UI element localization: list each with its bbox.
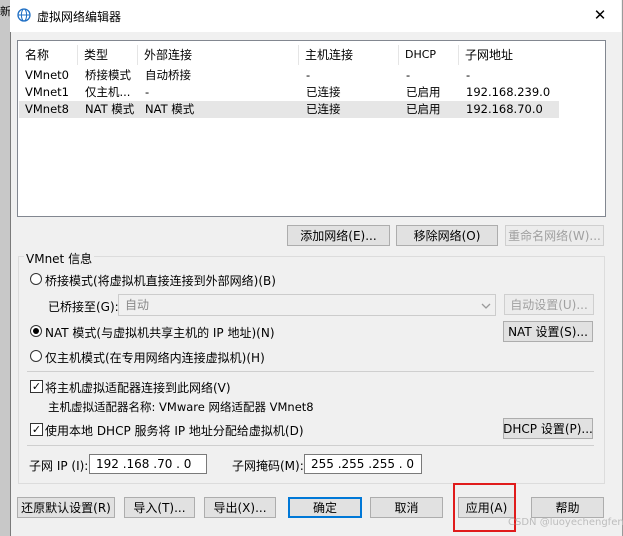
host-only-mode-label[interactable]: 仅主机模式(在专用网络内连接虚拟机)(H) [45,349,265,366]
bridge-mode-radio[interactable] [30,273,42,285]
cell-type: NAT 模式 [85,102,135,116]
connect-adapter-checkbox[interactable]: ✓ [30,380,43,393]
background-window-char: 新 [0,5,10,18]
subnet-ip-input[interactable]: 192 .168 .70 . 0 [89,454,207,474]
network-list[interactable]: 名称 类型 外部连接 主机连接 DHCP 子网地址 VMnet0 桥接模式 自动… [17,40,606,217]
add-network-button[interactable]: 添加网络(E)... [287,225,390,246]
export-button[interactable]: 导出(X)... [204,497,276,518]
restore-defaults-button[interactable]: 还原默认设置(R) [17,497,115,518]
cell-type: 桥接模式 [85,68,131,82]
cell-external: NAT 模式 [145,102,195,116]
cell-external: - [145,85,150,99]
background-window-strip [0,0,10,536]
cell-subnet: 192.168.70.0 [466,102,543,116]
column-header-host[interactable]: 主机连接 [299,45,399,65]
separator [27,371,594,372]
bridged-to-label: 已桥接至(G): [48,300,119,314]
subnet-mask-label: 子网掩码(M): [232,459,304,473]
table-row[interactable]: VMnet0 桥接模式 自动桥接 - - - [19,67,559,84]
bridge-mode-label[interactable]: 桥接模式(将虚拟机直接连接到外部网络)(B) [45,272,276,289]
ok-button[interactable]: 确定 [288,497,362,518]
cell-dhcp: 已启用 [406,102,441,116]
cell-host: 已连接 [306,85,341,99]
host-only-mode-radio[interactable] [30,350,42,362]
cell-dhcp: 已启用 [406,85,441,99]
cell-subnet: - [466,68,471,82]
subnet-mask-input[interactable]: 255 .255 .255 . 0 [304,454,422,474]
cell-host: - [306,68,311,82]
subnet-ip-label: 子网 IP (I): [29,459,89,473]
cell-name: VMnet0 [25,68,69,82]
bridged-to-value: 自动 [125,298,150,312]
column-header-name[interactable]: 名称 [19,45,78,65]
column-header-type[interactable]: 类型 [78,45,138,65]
column-header-dhcp[interactable]: DHCP [399,45,459,65]
close-icon[interactable]: ✕ [586,4,614,26]
bridged-to-select[interactable]: 自动 [118,294,496,316]
table-row[interactable]: VMnet1 仅主机... - 已连接 已启用 192.168.239.0 [19,84,559,101]
cell-external: 自动桥接 [145,68,191,82]
rename-network-button[interactable]: 重命名网络(W)... [505,225,604,246]
watermark: CSDN @luoyechengfen [508,517,623,528]
highlight-box [453,483,516,532]
column-header-external[interactable]: 外部连接 [138,45,299,65]
connect-adapter-label[interactable]: 将主机虚拟适配器连接到此网络(V) [45,379,231,396]
vmnet-info-legend: VMnet 信息 [24,250,95,267]
nat-mode-radio[interactable] [30,325,42,337]
network-globe-icon [17,8,31,22]
remove-network-button[interactable]: 移除网络(O) [396,225,498,246]
separator [27,445,594,446]
vmnet-info-group [18,256,605,484]
auto-settings-button[interactable]: 自动设置(U)... [504,294,594,315]
import-button[interactable]: 导入(T)... [124,497,195,518]
cell-name: VMnet1 [25,85,69,99]
window-title: 虚拟网络编辑器 [37,10,122,24]
chevron-down-icon [481,300,491,310]
cancel-button[interactable]: 取消 [370,497,443,518]
table-row-selected[interactable]: VMnet8 NAT 模式 NAT 模式 已连接 已启用 192.168.70.… [19,101,559,118]
column-header-subnet[interactable]: 子网地址 [459,45,559,65]
dhcp-settings-button[interactable]: DHCP 设置(P)... [503,418,593,439]
cell-name: VMnet8 [25,102,69,116]
nat-settings-button[interactable]: NAT 设置(S)... [503,321,593,342]
adapter-name-text: 主机虚拟适配器名称: VMware 网络适配器 VMnet8 [48,400,314,414]
help-button[interactable]: 帮助 [531,497,604,518]
dhcp-label[interactable]: 使用本地 DHCP 服务将 IP 地址分配给虚拟机(D) [45,422,304,439]
cell-subnet: 192.168.239.0 [466,85,551,99]
cell-host: 已连接 [306,102,341,116]
nat-mode-label[interactable]: NAT 模式(与虚拟机共享主机的 IP 地址)(N) [45,324,275,341]
cell-type: 仅主机... [85,85,131,99]
dhcp-checkbox[interactable]: ✓ [30,423,43,436]
cell-dhcp: - [406,68,411,82]
